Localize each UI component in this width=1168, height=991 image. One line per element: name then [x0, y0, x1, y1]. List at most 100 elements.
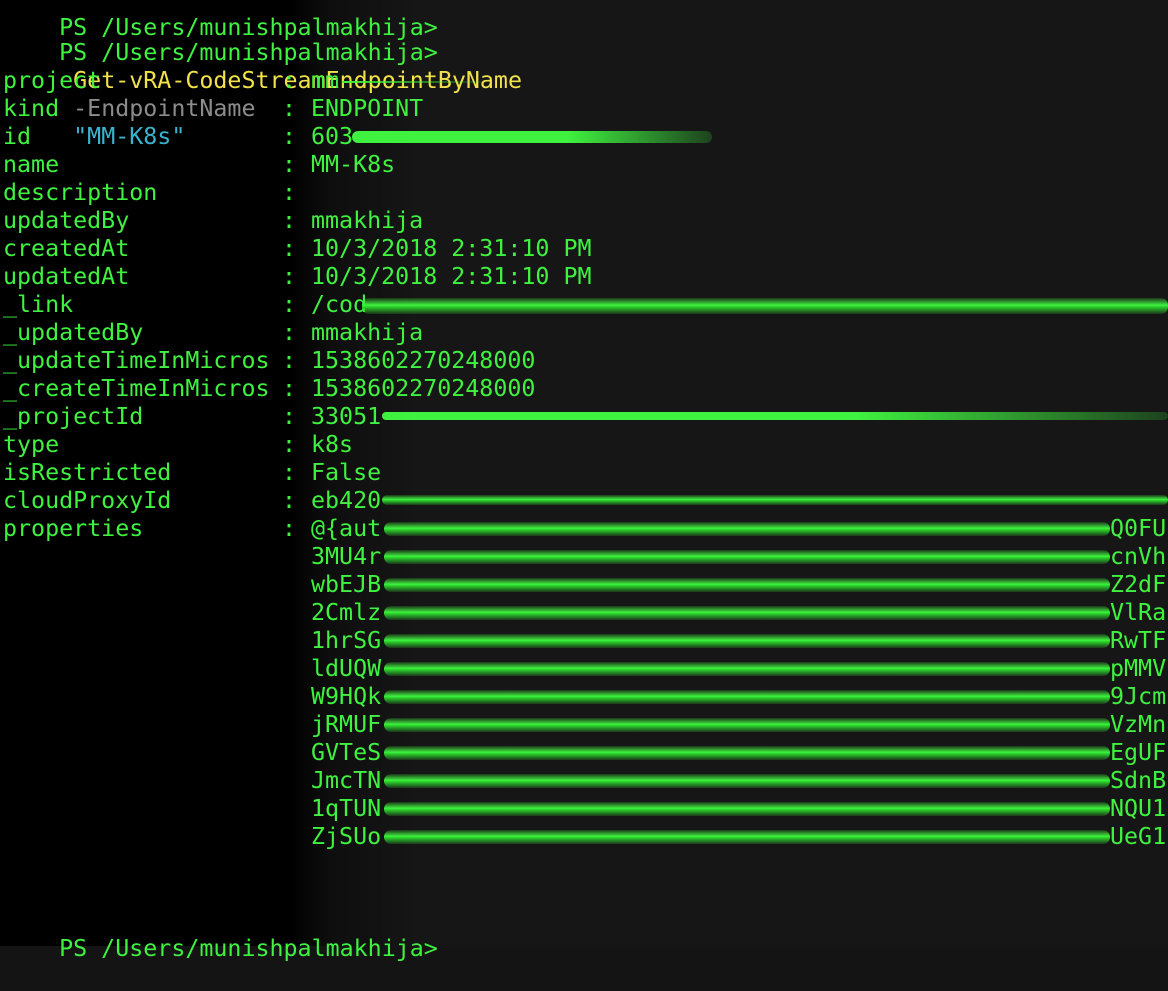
properties-right-text: UeG1: [1110, 823, 1167, 850]
redaction-mark: [382, 412, 1168, 420]
command-line: PS /Users/munishpalmakhija> Get-vRA-Code…: [3, 11, 522, 150]
output-key: isRestricted: [3, 459, 172, 486]
output-key: _updatedBy: [3, 319, 144, 346]
properties-left-text: 3MU4r: [311, 543, 382, 570]
redaction-mark: [342, 81, 482, 83]
properties-right-text: VzMn: [1110, 711, 1167, 738]
output-row: _updateTimeInMicros:153860227024800​0: [0, 347, 1168, 375]
redaction-mark: [384, 606, 1110, 620]
properties-left-text: ZjSUo: [311, 823, 382, 850]
output-value: /cod: [311, 291, 368, 318]
redaction-mark: [384, 550, 1110, 564]
output-value: 603: [311, 123, 354, 150]
output-separator: :: [282, 207, 297, 234]
redaction-mark: [384, 662, 1110, 676]
output-row: kind: ENDPOINT: [0, 95, 1168, 123]
redaction-mark: [384, 690, 1110, 704]
redaction-mark: [352, 131, 712, 143]
output-key: _updateTimeInMicros: [3, 347, 270, 374]
output-row: _createTimeInMicros:153860227024800​0: [0, 375, 1168, 403]
redaction-mark: [384, 578, 1110, 592]
properties-right-text: VlRa: [1110, 599, 1167, 626]
output-separator: :: [282, 95, 297, 122]
output-value: mmakhija: [311, 319, 424, 346]
redaction-mark: [382, 495, 1168, 505]
output-value: k8s: [311, 431, 354, 458]
properties-left-text: JmcTN: [311, 767, 382, 794]
output-key: kind: [3, 95, 60, 122]
output-row: _updatedBy: mmakhija: [0, 319, 1168, 347]
output-separator: :: [282, 67, 297, 94]
properties-left-text: GVTeS: [311, 739, 382, 766]
properties-right-text: RwTF: [1110, 627, 1167, 654]
output-separator: :: [282, 263, 297, 290]
redaction-mark: [384, 522, 1110, 536]
output-separator: :: [282, 515, 297, 542]
output-row: type: k8s: [0, 431, 1168, 459]
output-separator: :: [282, 375, 297, 402]
properties-right-text: 9Jcm: [1110, 683, 1167, 710]
output-separator: :: [282, 235, 297, 262]
output-value: 10/3/2018 2:31:10 PM: [311, 235, 592, 262]
redaction-mark: [362, 298, 1168, 314]
output-value: 153860227024800​0: [311, 347, 536, 374]
output-value: ENDPOINT: [311, 95, 424, 122]
output-key: _link: [3, 291, 74, 318]
output-row: updatedAt:10/3/2018 2:31:10 PM: [0, 263, 1168, 291]
output-separator: :: [282, 123, 297, 150]
output-separator: :: [282, 347, 297, 374]
output-separator: :: [282, 319, 297, 346]
output-row: isRestricted: False: [0, 459, 1168, 487]
output-row: updatedBy: mmakhija: [0, 207, 1168, 235]
output-value: 33051: [311, 403, 382, 430]
output-value: mmakhija: [311, 207, 424, 234]
output-key: createdAt: [3, 235, 130, 262]
output-separator: :: [282, 403, 297, 430]
properties-right-text: NQU1: [1110, 795, 1167, 822]
output-key: id: [3, 123, 32, 150]
final-prompt-line[interactable]: PS /Users/munishpalmakhija>: [3, 907, 438, 962]
output-value: 153860227024800​0: [311, 375, 536, 402]
redaction-mark: [384, 830, 1110, 844]
redaction-mark: [384, 746, 1110, 760]
output-key: project: [3, 67, 102, 94]
output-separator: :: [282, 487, 297, 514]
output-key: updatedAt: [3, 263, 130, 290]
output-key: cloudProxyId: [3, 487, 172, 514]
output-row: createdAt:10/3/2018 2:31:10 PM: [0, 235, 1168, 263]
output-key: type: [3, 431, 60, 458]
output-key: description: [3, 179, 158, 206]
properties-right-text: pMMV: [1110, 655, 1167, 682]
output-separator: :: [282, 431, 297, 458]
terminal-window[interactable]: PS /Users/munishpalmakhija> PS /Users/mu…: [0, 0, 1168, 962]
output-separator: :: [282, 291, 297, 318]
output-value: False: [311, 459, 382, 486]
output-key: name: [3, 151, 60, 178]
output-row: name: MM-K8s: [0, 151, 1168, 179]
properties-right-text: EgUF: [1110, 739, 1167, 766]
output-value: MM-K8s: [311, 151, 396, 178]
properties-right-text: SdnB: [1110, 767, 1167, 794]
prompt: PS /Users/munishpalmakhija>: [59, 39, 438, 66]
output-value: 10/3/2018 2:31:10 PM: [311, 263, 592, 290]
properties-left-text: wbEJB: [311, 571, 382, 598]
properties-left-text: 1qTUN: [311, 795, 382, 822]
output-key: properties: [3, 515, 144, 542]
properties-left-text: jRMUF: [311, 711, 382, 738]
output-separator: :: [282, 459, 297, 486]
output-key: updatedBy: [3, 207, 130, 234]
output-separator: :: [282, 151, 297, 178]
redaction-mark: [384, 774, 1110, 788]
properties-right-text: Q0FU: [1110, 515, 1167, 542]
redaction-mark: [384, 802, 1110, 816]
redaction-mark: [384, 634, 1110, 648]
output-row: project: mm: [0, 67, 1168, 95]
output-row: description:: [0, 179, 1168, 207]
properties-right-text: cnVh: [1110, 543, 1167, 570]
output-value: @{aut: [311, 515, 382, 542]
redaction-mark: [384, 718, 1110, 732]
properties-left-text: ldUQW: [311, 655, 382, 682]
properties-left-text: 2Cmlz: [311, 599, 382, 626]
properties-right-text: Z2dF: [1110, 571, 1167, 598]
properties-left-text: W9HQk: [311, 683, 382, 710]
